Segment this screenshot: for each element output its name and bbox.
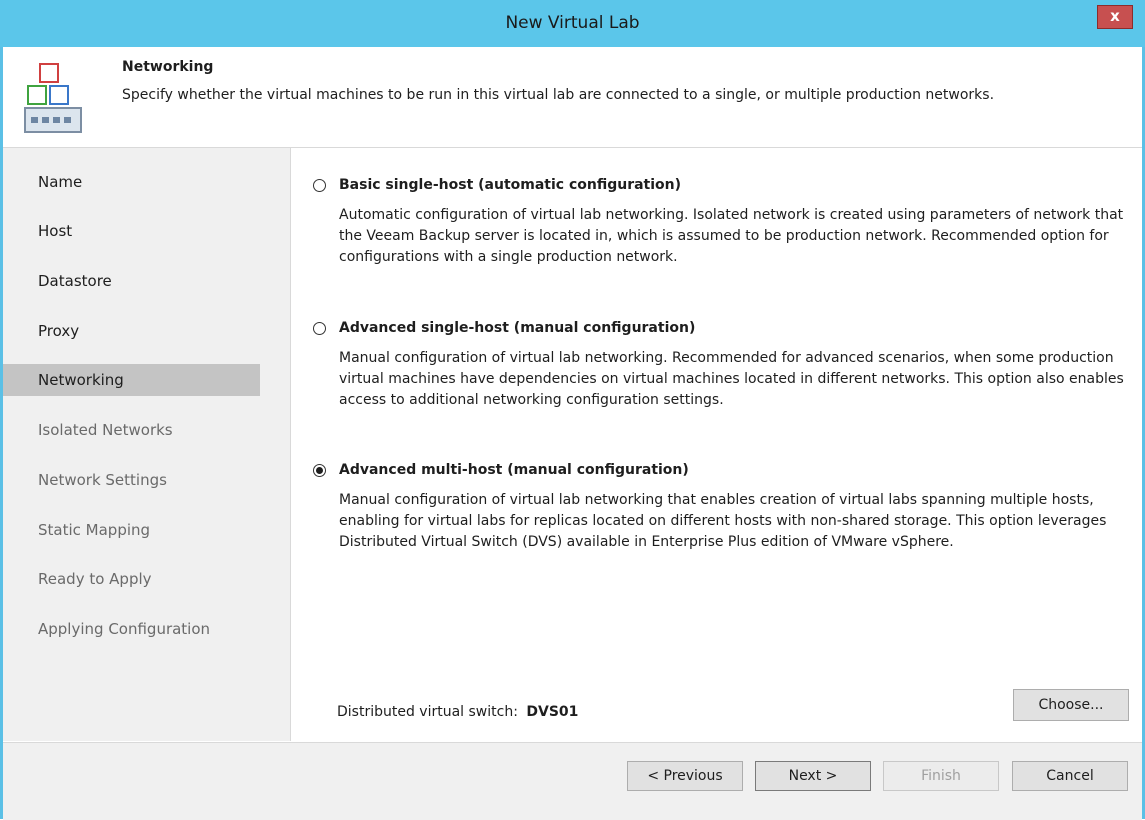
radio-basic-single-host[interactable]: [313, 179, 326, 192]
sidebar-item-datastore[interactable]: Datastore: [3, 265, 260, 297]
sidebar-item-proxy[interactable]: Proxy: [3, 315, 260, 347]
option-description: Manual configuration of virtual lab netw…: [339, 350, 1124, 408]
wizard-steps-sidebar: Name Host Datastore Proxy Networking Iso…: [3, 148, 291, 741]
close-icon: x: [1110, 7, 1120, 25]
networking-icon: [24, 63, 82, 133]
next-button[interactable]: Next >: [755, 761, 871, 791]
sidebar-item-applying-configuration: Applying Configuration: [38, 620, 211, 638]
page-title: Networking: [122, 59, 214, 75]
finish-button: Finish: [883, 761, 999, 791]
page-description: Specify whether the virtual machines to …: [122, 87, 995, 103]
sidebar-item-static-mapping: Static Mapping: [38, 521, 151, 539]
option-label[interactable]: Advanced multi-host (manual configuratio…: [339, 462, 689, 478]
sidebar-item-networking[interactable]: Networking: [3, 364, 260, 396]
sidebar-item-host[interactable]: Host: [3, 215, 260, 247]
radio-advanced-multi-host[interactable]: [313, 464, 326, 477]
wizard-window: New Virtual Lab x Networking Specify whe…: [0, 0, 1145, 820]
option-label[interactable]: Basic single-host (automatic configurati…: [339, 177, 681, 193]
dvs-value: DVS01: [526, 704, 579, 720]
window-title: New Virtual Lab: [505, 13, 640, 33]
close-button[interactable]: x: [1097, 5, 1133, 29]
option-description: Manual configuration of virtual lab netw…: [339, 492, 1107, 550]
wizard-header: Networking Specify whether the virtual m…: [3, 47, 1142, 148]
wizard-footer: < Previous Next > Finish Cancel: [3, 742, 1142, 820]
option-description: Automatic configuration of virtual lab n…: [339, 207, 1124, 265]
title-bar[interactable]: New Virtual Lab x: [0, 0, 1145, 47]
dvs-label: Distributed virtual switch:: [337, 704, 518, 720]
radio-advanced-single-host[interactable]: [313, 322, 326, 335]
sidebar-item-network-settings: Network Settings: [38, 471, 167, 489]
dvs-field: Distributed virtual switch: DVS01: [337, 704, 578, 720]
networking-options-panel: Basic single-host (automatic configurati…: [291, 148, 1142, 741]
sidebar-item-ready-to-apply: Ready to Apply: [38, 570, 152, 588]
previous-button[interactable]: < Previous: [627, 761, 743, 791]
option-label[interactable]: Advanced single-host (manual configurati…: [339, 320, 695, 336]
sidebar-item-isolated-networks: Isolated Networks: [38, 421, 173, 439]
cancel-button[interactable]: Cancel: [1012, 761, 1128, 791]
choose-button[interactable]: Choose...: [1013, 689, 1129, 721]
sidebar-item-name[interactable]: Name: [3, 166, 260, 198]
